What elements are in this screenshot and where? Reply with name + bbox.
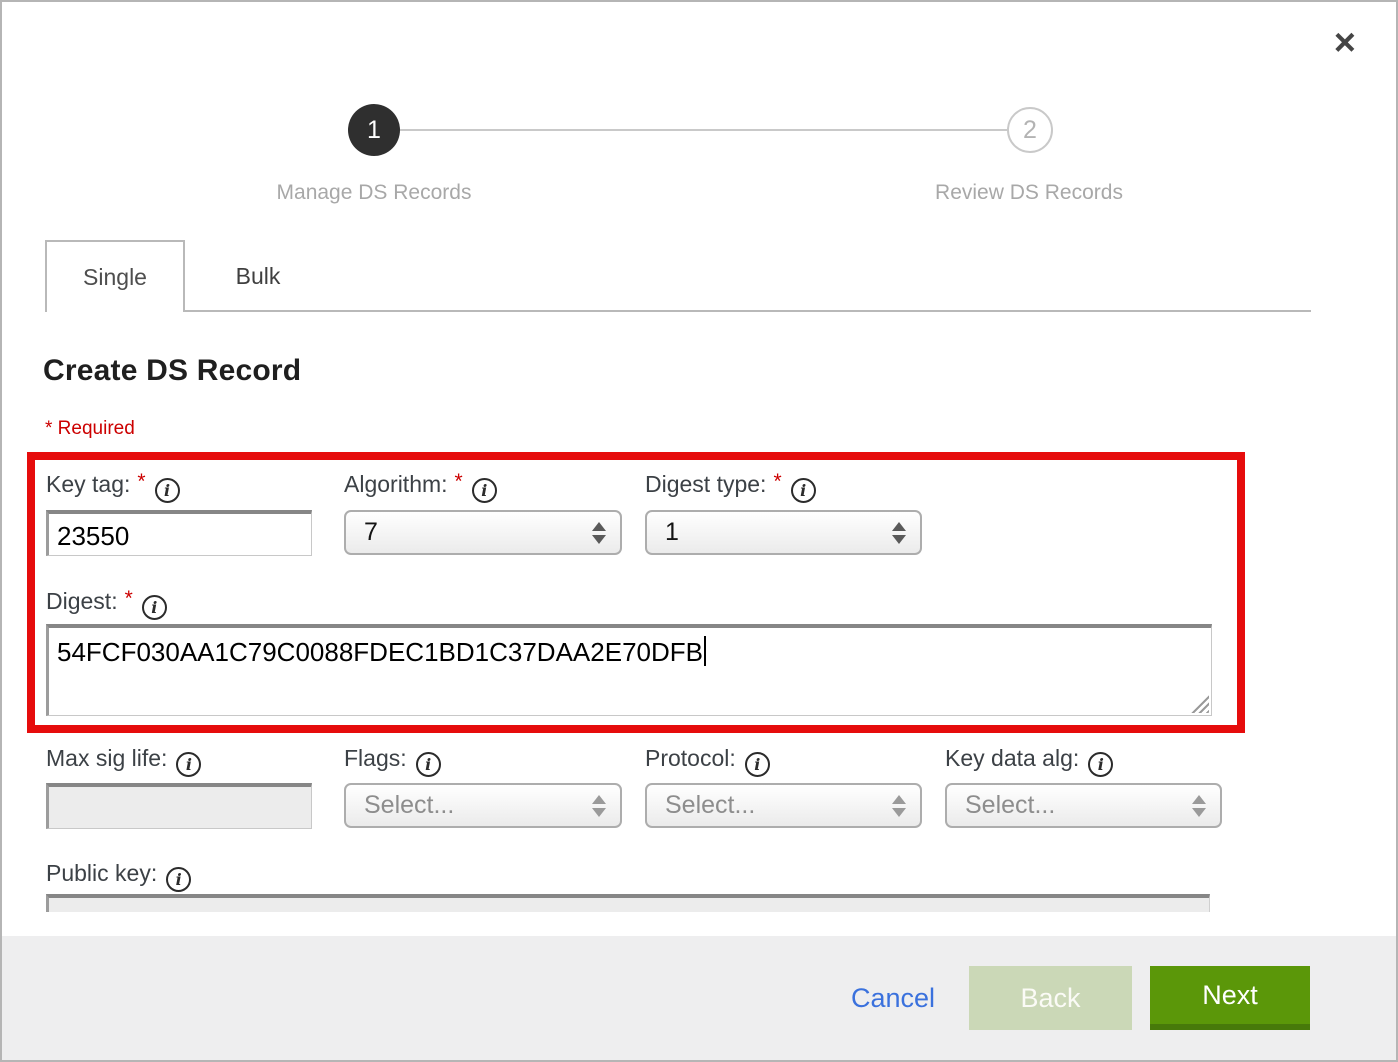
digest-textarea[interactable]: 54FCF030AA1C79C0088FDEC1BD1C37DAA2E70DFB	[46, 624, 1212, 716]
select-arrows-icon	[892, 522, 906, 544]
required-asterisk: *	[455, 470, 463, 493]
info-glyph: i	[1098, 755, 1104, 774]
algorithm-selected-value: 7	[364, 518, 378, 547]
tab-single[interactable]: Single	[45, 240, 185, 312]
key-data-alg-selected-value: Select...	[965, 791, 1055, 820]
tab-underline	[185, 310, 1311, 312]
max-sig-life-label-text: Max sig life:	[46, 745, 167, 771]
algorithm-label-text: Algorithm:	[344, 471, 448, 497]
flags-label-text: Flags:	[344, 745, 407, 771]
select-arrows-icon	[1192, 795, 1206, 817]
flags-label: Flags: i	[344, 745, 441, 777]
public-key-label-text: Public key:	[46, 860, 157, 886]
info-icon[interactable]: i	[416, 752, 441, 777]
step-1-number: 1	[367, 116, 381, 145]
key-tag-label: Key tag: * i	[46, 470, 180, 503]
info-icon[interactable]: i	[166, 867, 191, 892]
public-key-label: Public key: i	[46, 860, 191, 892]
digest-type-label: Digest type: * i	[645, 470, 816, 503]
info-glyph: i	[151, 598, 157, 617]
info-icon[interactable]: i	[176, 752, 201, 777]
create-ds-record-dialog: × 1 2 Manage DS Records Review DS Record…	[0, 0, 1398, 1062]
info-glyph: i	[425, 755, 431, 774]
info-icon[interactable]: i	[791, 478, 816, 503]
tab-single-label: Single	[83, 264, 147, 291]
step-2-label: Review DS Records	[879, 181, 1179, 205]
required-asterisk: *	[137, 470, 145, 493]
cancel-button[interactable]: Cancel	[851, 983, 935, 1014]
info-icon[interactable]: i	[142, 595, 167, 620]
close-button[interactable]: ×	[1334, 24, 1356, 62]
resize-handle-icon[interactable]	[1191, 695, 1209, 713]
key-data-alg-label: Key data alg: i	[945, 745, 1113, 777]
algorithm-label: Algorithm: * i	[344, 470, 497, 503]
text-cursor	[704, 636, 706, 666]
info-icon[interactable]: i	[155, 478, 180, 503]
digest-type-label-text: Digest type:	[645, 471, 766, 497]
key-data-alg-select[interactable]: Select...	[945, 783, 1222, 828]
step-1-label: Manage DS Records	[224, 181, 524, 205]
select-arrows-icon	[592, 795, 606, 817]
step-connector-line	[374, 129, 1030, 131]
info-icon[interactable]: i	[472, 478, 497, 503]
step-1-circle: 1	[348, 104, 400, 156]
protocol-selected-value: Select...	[665, 791, 755, 820]
required-asterisk: *	[125, 587, 133, 610]
footer-bar: Cancel Back Next	[2, 936, 1396, 1060]
required-note: * Required	[45, 418, 135, 440]
info-icon[interactable]: i	[1088, 752, 1113, 777]
flags-selected-value: Select...	[364, 791, 454, 820]
protocol-select[interactable]: Select...	[645, 783, 922, 828]
step-2-circle: 2	[1007, 107, 1053, 153]
info-glyph: i	[481, 481, 487, 500]
info-glyph: i	[754, 755, 760, 774]
next-button[interactable]: Next	[1150, 966, 1310, 1030]
tab-bulk-label: Bulk	[236, 263, 281, 290]
page-title: Create DS Record	[43, 354, 301, 388]
flags-select[interactable]: Select...	[344, 783, 622, 828]
info-glyph: i	[186, 755, 192, 774]
protocol-label-text: Protocol:	[645, 745, 736, 771]
info-glyph: i	[164, 481, 170, 500]
digest-label-text: Digest:	[46, 588, 118, 614]
key-data-alg-label-text: Key data alg:	[945, 745, 1079, 771]
key-tag-value: 23550	[57, 521, 129, 551]
protocol-label: Protocol: i	[645, 745, 770, 777]
digest-label: Digest: * i	[46, 587, 167, 620]
digest-type-select[interactable]: 1	[645, 510, 922, 555]
info-icon[interactable]: i	[745, 752, 770, 777]
info-glyph: i	[800, 481, 806, 500]
max-sig-life-label: Max sig life: i	[46, 745, 201, 777]
tab-bulk[interactable]: Bulk	[185, 242, 331, 310]
key-tag-input[interactable]: 23550	[46, 510, 312, 556]
digest-type-selected-value: 1	[665, 518, 679, 547]
max-sig-life-input[interactable]	[46, 783, 312, 829]
close-icon: ×	[1334, 22, 1356, 64]
key-tag-label-text: Key tag:	[46, 471, 130, 497]
back-button[interactable]: Back	[969, 966, 1132, 1030]
public-key-textarea[interactable]	[46, 894, 1210, 912]
info-glyph: i	[176, 870, 182, 889]
digest-value: 54FCF030AA1C79C0088FDEC1BD1C37DAA2E70DFB	[57, 637, 703, 667]
step-2-number: 2	[1023, 116, 1037, 145]
algorithm-select[interactable]: 7	[344, 510, 622, 555]
select-arrows-icon	[592, 522, 606, 544]
select-arrows-icon	[892, 795, 906, 817]
required-asterisk: *	[773, 470, 781, 493]
